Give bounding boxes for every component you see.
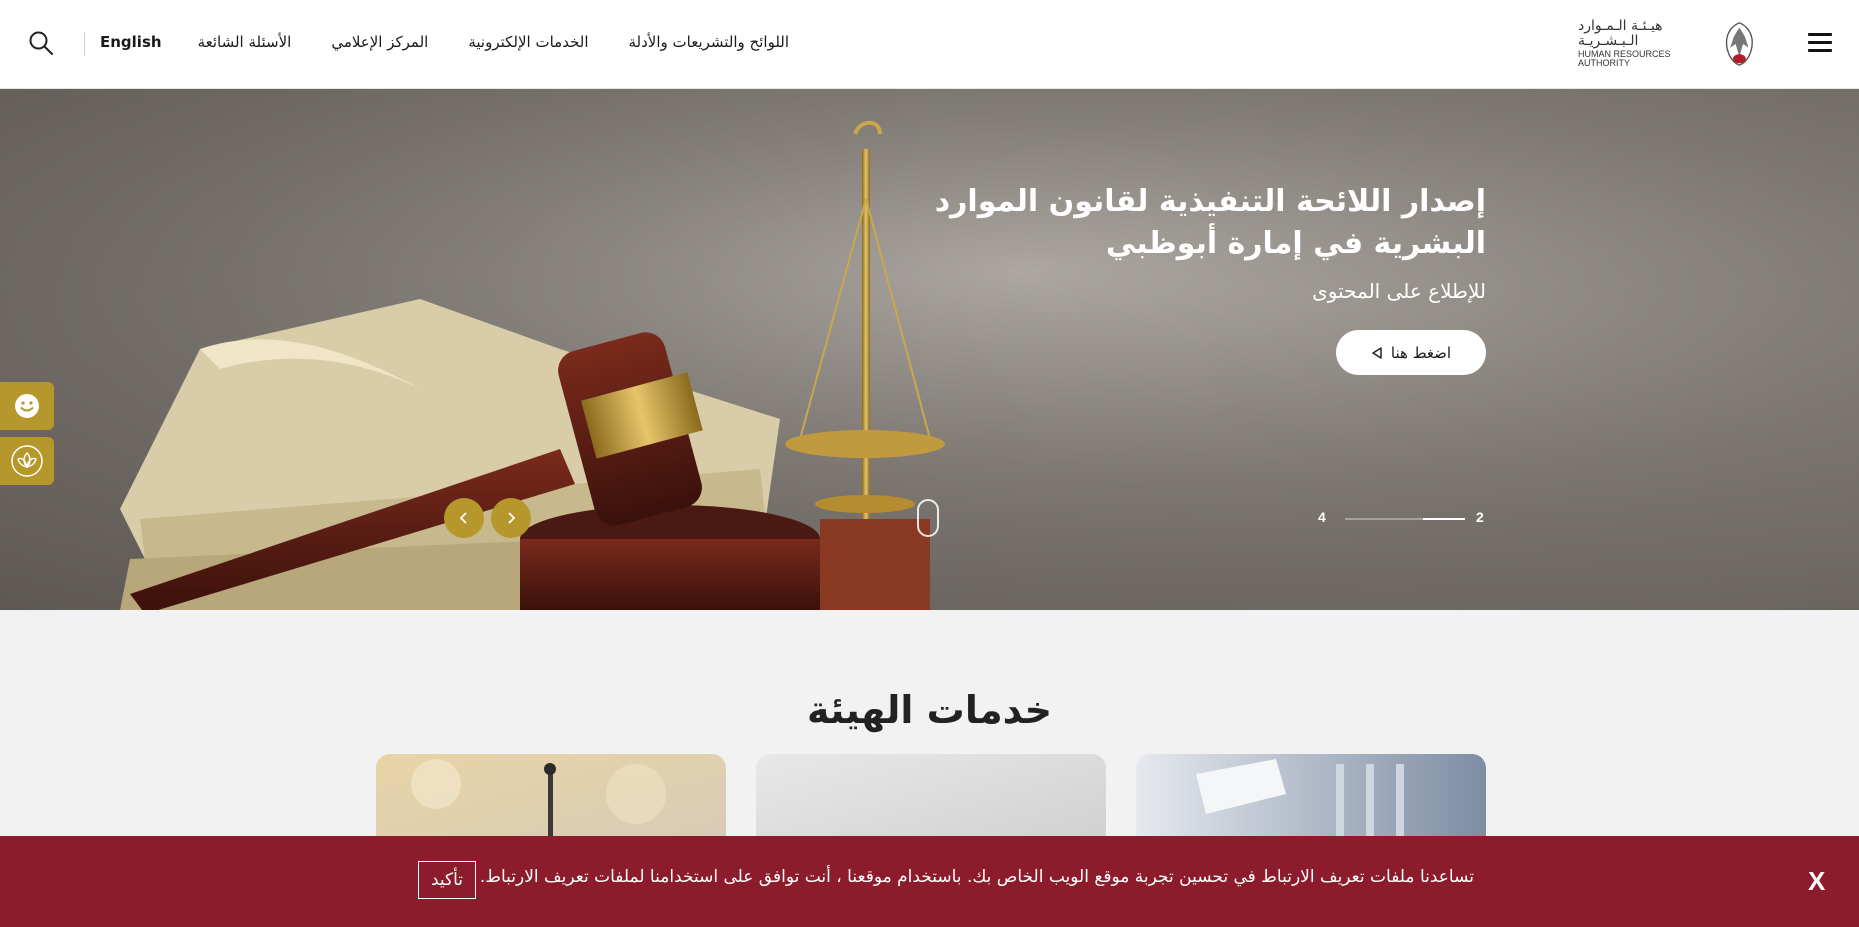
nav-item-e-services[interactable]: الخدمات الإلكترونية bbox=[468, 33, 588, 55]
close-icon[interactable]: X bbox=[1808, 866, 1825, 897]
site-header: English الأسئلة الشائعة المركز الإعلامي … bbox=[0, 0, 1859, 89]
accessibility-flower-icon bbox=[11, 445, 43, 477]
main-nav: English الأسئلة الشائعة المركز الإعلامي … bbox=[100, 33, 789, 55]
slider-prev-button[interactable] bbox=[444, 498, 484, 538]
triangle-left-icon bbox=[1372, 346, 1382, 359]
logo-english-text: HUMAN RESOURCES AUTHORITY bbox=[1578, 48, 1671, 69]
logo-arabic-text: هيـئـة الـمـوارد الـبـشـريـة bbox=[1578, 17, 1663, 50]
hero-cta-button[interactable]: اضغط هنا bbox=[1336, 330, 1486, 375]
pager-total: 4 bbox=[1318, 509, 1326, 525]
chevron-right-icon bbox=[508, 512, 516, 524]
hero-subtitle: للإطلاع على المحتوى bbox=[1312, 279, 1486, 303]
smiley-face-icon bbox=[15, 394, 39, 418]
pager-progress bbox=[1423, 518, 1465, 520]
logo-text: هيـئـة الـمـوارد الـبـشـريـة HUMAN RESOU… bbox=[1578, 17, 1715, 70]
cookie-message: تساعدنا ملفات تعريف الارتباط في تحسين تج… bbox=[479, 867, 1474, 887]
nav-item-faq[interactable]: الأسئلة الشائعة bbox=[198, 33, 292, 55]
nav-item-media-center[interactable]: المركز الإعلامي bbox=[331, 33, 428, 55]
search-icon[interactable] bbox=[28, 30, 54, 56]
chevron-left-icon bbox=[459, 512, 467, 524]
hamburger-menu-icon[interactable] bbox=[1808, 33, 1832, 53]
services-section-title: خدمات الهيئة bbox=[807, 688, 1052, 732]
falcon-emblem-icon bbox=[1726, 22, 1754, 66]
feedback-button[interactable] bbox=[0, 382, 54, 430]
header-divider bbox=[84, 32, 85, 56]
hero-slider: إصدار اللائحة التنفيذية لقانون الموارد ا… bbox=[0, 89, 1859, 610]
accessibility-button[interactable] bbox=[0, 437, 54, 485]
language-switch-link[interactable]: English bbox=[100, 33, 162, 55]
cookie-consent-bar: تساعدنا ملفات تعريف الارتباط في تحسين تج… bbox=[0, 836, 1859, 927]
hero-title: إصدار اللائحة التنفيذية لقانون الموارد ا… bbox=[934, 184, 1486, 261]
cookie-confirm-button[interactable]: تأكيد bbox=[418, 861, 476, 899]
slider-pause-indicator[interactable] bbox=[917, 499, 939, 537]
pager-current: 2 bbox=[1476, 509, 1484, 525]
nav-item-regulations[interactable]: اللوائح والتشريعات والأدلة bbox=[629, 33, 790, 55]
hero-cta-label: اضغط هنا bbox=[1390, 343, 1452, 362]
hra-logo[interactable]: هيـئـة الـمـوارد الـبـشـريـة HUMAN RESOU… bbox=[1578, 16, 1758, 72]
slider-next-button[interactable] bbox=[491, 498, 531, 538]
slider-pager: 4 2 bbox=[1318, 509, 1488, 529]
